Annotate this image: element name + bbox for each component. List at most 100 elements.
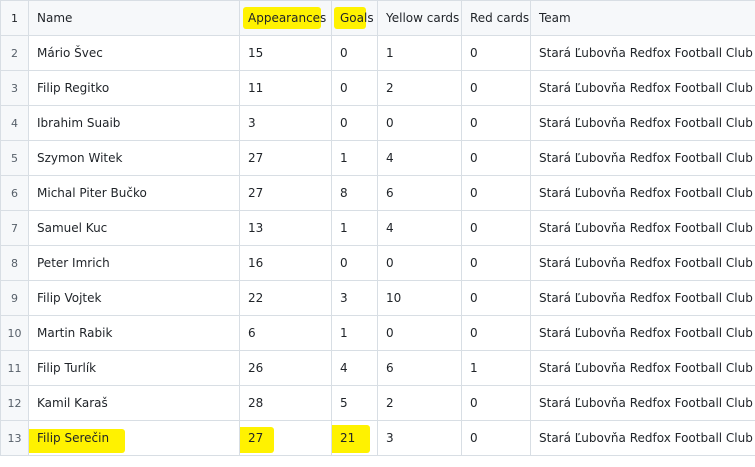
column-header-yellow-cards[interactable]: Yellow cards bbox=[377, 0, 462, 36]
data-table: 1 Name Appearances Goals Yellow cards Re… bbox=[0, 0, 755, 456]
cell-name[interactable]: Kamil Karaš bbox=[28, 385, 240, 421]
cell-name[interactable]: Filip Vojtek bbox=[28, 280, 240, 316]
cell-team[interactable]: Stará Ľubovňa Redfox Football Club bbox=[530, 280, 755, 316]
cell-red-cards[interactable]: 0 bbox=[461, 140, 531, 176]
table-row: 2 Mário Švec 15 0 1 0 Stará Ľubovňa Redfox Foo… bbox=[0, 35, 755, 71]
cell-name[interactable]: Peter Imrich bbox=[28, 245, 240, 281]
cell-team[interactable]: Stará Ľubovňa Redfox Football Club bbox=[530, 35, 755, 71]
table-row: 7 Samuel Kuc 13 1 4 0 Stará Ľubovňa Redfox Foo… bbox=[0, 210, 755, 246]
row-number: 13 bbox=[0, 420, 29, 456]
row-number: 5 bbox=[0, 140, 29, 176]
cell-appearances[interactable]: 22 bbox=[239, 280, 332, 316]
cell-goals[interactable]: 21 bbox=[331, 420, 378, 456]
cell-team[interactable]: Stará Ľubovňa Redfox Football Club bbox=[530, 105, 755, 141]
row-number: 10 bbox=[0, 315, 29, 351]
cell-yellow-cards[interactable]: 1 bbox=[377, 35, 462, 71]
cell-team[interactable]: Stará Ľubovňa Redfox Football Club bbox=[530, 175, 755, 211]
cell-name[interactable]: Mário Švec bbox=[28, 35, 240, 71]
header-row: 1 Name Appearances Goals Yellow cards Re… bbox=[0, 0, 755, 36]
cell-name[interactable]: Filip Regitko bbox=[28, 70, 240, 106]
cell-appearances[interactable]: 11 bbox=[239, 70, 332, 106]
cell-team[interactable]: Stará Ľubovňa Redfox Football Club bbox=[530, 315, 755, 351]
table-row: 9 Filip Vojtek 22 3 10 0 Stará Ľubovňa Redfox … bbox=[0, 280, 755, 316]
cell-goals[interactable]: 1 bbox=[331, 210, 378, 246]
column-header-appearances[interactable]: Appearances bbox=[239, 0, 332, 36]
table-row: 11 Filip Turlík 26 4 6 1 Stará Ľubovňa Redfox … bbox=[0, 350, 755, 386]
cell-red-cards[interactable]: 0 bbox=[461, 175, 531, 211]
table-row: 6 Michal Piter Bučko 27 8 6 0 Stará Ľubovňa Re… bbox=[0, 175, 755, 211]
cell-goals[interactable]: 4 bbox=[331, 350, 378, 386]
cell-goals[interactable]: 0 bbox=[331, 35, 378, 71]
cell-team[interactable]: Stará Ľubovňa Redfox Football Club bbox=[530, 70, 755, 106]
cell-red-cards[interactable]: 0 bbox=[461, 315, 531, 351]
cell-team[interactable]: Stará Ľubovňa Redfox Football Club bbox=[530, 140, 755, 176]
cell-appearances[interactable]: 27 bbox=[239, 420, 332, 456]
cell-name[interactable]: Szymon Witek bbox=[28, 140, 240, 176]
cell-name[interactable]: Martin Rabik bbox=[28, 315, 240, 351]
cell-appearances[interactable]: 6 bbox=[239, 315, 332, 351]
cell-red-cards[interactable]: 0 bbox=[461, 105, 531, 141]
cell-yellow-cards[interactable]: 2 bbox=[377, 70, 462, 106]
cell-appearances[interactable]: 27 bbox=[239, 140, 332, 176]
cell-yellow-cards[interactable]: 3 bbox=[377, 420, 462, 456]
cell-red-cards[interactable]: 0 bbox=[461, 280, 531, 316]
cell-team[interactable]: Stará Ľubovňa Redfox Football Club bbox=[530, 210, 755, 246]
row-number: 2 bbox=[0, 35, 29, 71]
cell-yellow-cards[interactable]: 6 bbox=[377, 175, 462, 211]
cell-name[interactable]: Michal Piter Bučko bbox=[28, 175, 240, 211]
cell-yellow-cards[interactable]: 2 bbox=[377, 385, 462, 421]
cell-name[interactable]: Filip Turlík bbox=[28, 350, 240, 386]
cell-yellow-cards[interactable]: 0 bbox=[377, 315, 462, 351]
table-row: 8 Peter Imrich 16 0 0 0 Stará Ľubovňa Redfox F… bbox=[0, 245, 755, 281]
cell-appearances[interactable]: 26 bbox=[239, 350, 332, 386]
row-number: 3 bbox=[0, 70, 29, 106]
cell-appearances[interactable]: 13 bbox=[239, 210, 332, 246]
row-number: 8 bbox=[0, 245, 29, 281]
row-number: 11 bbox=[0, 350, 29, 386]
row-number: 1 bbox=[0, 0, 29, 36]
column-header-name[interactable]: Name bbox=[28, 0, 240, 36]
cell-red-cards[interactable]: 1 bbox=[461, 350, 531, 386]
cell-appearances[interactable]: 15 bbox=[239, 35, 332, 71]
cell-goals[interactable]: 3 bbox=[331, 280, 378, 316]
column-header-team[interactable]: Team bbox=[530, 0, 755, 36]
cell-name[interactable]: Samuel Kuc bbox=[28, 210, 240, 246]
cell-goals[interactable]: 0 bbox=[331, 70, 378, 106]
cell-appearances[interactable]: 28 bbox=[239, 385, 332, 421]
cell-goals[interactable]: 5 bbox=[331, 385, 378, 421]
table-row: 12 Kamil Karaš 28 5 2 0 Stará Ľubovňa Redfox F… bbox=[0, 385, 755, 421]
cell-red-cards[interactable]: 0 bbox=[461, 35, 531, 71]
cell-team[interactable]: Stará Ľubovňa Redfox Football Club bbox=[530, 385, 755, 421]
cell-appearances[interactable]: 16 bbox=[239, 245, 332, 281]
row-number: 6 bbox=[0, 175, 29, 211]
cell-appearances[interactable]: 27 bbox=[239, 175, 332, 211]
cell-name[interactable]: Filip Serečin bbox=[28, 420, 240, 456]
cell-goals[interactable]: 0 bbox=[331, 245, 378, 281]
cell-yellow-cards[interactable]: 10 bbox=[377, 280, 462, 316]
row-number: 9 bbox=[0, 280, 29, 316]
cell-red-cards[interactable]: 0 bbox=[461, 420, 531, 456]
cell-yellow-cards[interactable]: 0 bbox=[377, 245, 462, 281]
cell-yellow-cards[interactable]: 4 bbox=[377, 140, 462, 176]
table-row: 13 Filip Serečin 27 21 3 0 Stará Ľubovňa Redfo… bbox=[0, 420, 755, 456]
cell-red-cards[interactable]: 0 bbox=[461, 385, 531, 421]
cell-red-cards[interactable]: 0 bbox=[461, 245, 531, 281]
cell-red-cards[interactable]: 0 bbox=[461, 210, 531, 246]
cell-goals[interactable]: 1 bbox=[331, 140, 378, 176]
table-row: 4 Ibrahim Suaib 3 0 0 0 Stará Ľubovňa Redfox F… bbox=[0, 105, 755, 141]
cell-yellow-cards[interactable]: 0 bbox=[377, 105, 462, 141]
cell-team[interactable]: Stará Ľubovňa Redfox Football Club bbox=[530, 420, 755, 456]
cell-red-cards[interactable]: 0 bbox=[461, 70, 531, 106]
cell-goals[interactable]: 1 bbox=[331, 315, 378, 351]
cell-team[interactable]: Stará Ľubovňa Redfox Football Club bbox=[530, 245, 755, 281]
cell-yellow-cards[interactable]: 6 bbox=[377, 350, 462, 386]
column-header-goals[interactable]: Goals bbox=[331, 0, 378, 36]
cell-appearances[interactable]: 3 bbox=[239, 105, 332, 141]
cell-goals[interactable]: 8 bbox=[331, 175, 378, 211]
cell-goals[interactable]: 0 bbox=[331, 105, 378, 141]
cell-team[interactable]: Stará Ľubovňa Redfox Football Club bbox=[530, 350, 755, 386]
cell-name[interactable]: Ibrahim Suaib bbox=[28, 105, 240, 141]
column-header-red-cards[interactable]: Red cards bbox=[461, 0, 531, 36]
cell-yellow-cards[interactable]: 4 bbox=[377, 210, 462, 246]
table-row: 5 Szymon Witek 27 1 4 0 Stará Ľubovňa Redfox F… bbox=[0, 140, 755, 176]
